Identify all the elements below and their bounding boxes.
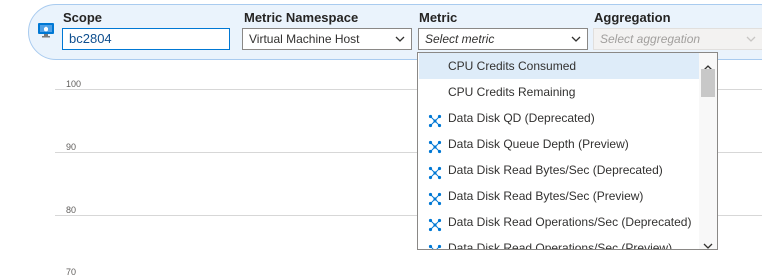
preview-metric-icon <box>428 241 442 249</box>
metric-placeholder: Select metric <box>425 32 495 46</box>
chevron-down-icon <box>571 35 581 43</box>
metric-option[interactable]: Data Disk Queue Depth (Preview) <box>419 131 699 157</box>
metric-option[interactable]: CPU Credits Remaining <box>419 79 699 105</box>
dropdown-scrollbar[interactable] <box>699 53 717 249</box>
metric-dropdown-list: CPU Credits Consumed CPU Credits Remaini… <box>417 52 718 250</box>
metric-option[interactable]: Data Disk QD (Deprecated) <box>419 105 699 131</box>
deprecated-metric-icon <box>428 163 442 180</box>
metric-option[interactable]: Data Disk Read Bytes/Sec (Deprecated) <box>419 157 699 183</box>
metric-option[interactable]: Data Disk Read Operations/Sec (Deprecate… <box>419 209 699 235</box>
aggregation-placeholder: Select aggregation <box>600 32 701 46</box>
metric-select[interactable]: Select metric <box>418 28 588 50</box>
deprecated-metric-icon <box>428 215 442 232</box>
preview-metric-icon <box>428 189 442 206</box>
chevron-down-icon <box>746 35 756 43</box>
metric-option-label: Data Disk Read Bytes/Sec (Deprecated) <box>448 163 663 177</box>
deprecated-metric-icon <box>428 111 442 128</box>
metric-option-label: Data Disk QD (Deprecated) <box>448 111 595 125</box>
scope-label: Scope <box>63 10 103 25</box>
metric-option-label: CPU Credits Consumed <box>448 59 577 73</box>
aggregation-label: Aggregation <box>594 10 671 25</box>
metric-option[interactable]: CPU Credits Consumed <box>419 53 699 79</box>
scroll-up-icon[interactable] <box>703 58 713 71</box>
virtual-machine-icon <box>37 21 55 39</box>
metric-option-label: Data Disk Read Bytes/Sec (Preview) <box>448 189 644 203</box>
metric-option[interactable]: Data Disk Read Bytes/Sec (Preview) <box>419 183 699 209</box>
chevron-down-icon <box>395 35 405 43</box>
namespace-value: Virtual Machine Host <box>249 32 360 46</box>
metric-option[interactable]: Data Disk Read Operations/Sec (Preview) <box>419 235 699 250</box>
y-tick-label: 80 <box>66 205 77 215</box>
metric-option-label: Data Disk Read Operations/Sec (Deprecate… <box>448 215 692 229</box>
scroll-down-icon[interactable] <box>703 237 713 249</box>
scrollbar-thumb[interactable] <box>701 69 715 97</box>
aggregation-select[interactable]: Select aggregation <box>593 28 762 50</box>
scope-value: bc2804 <box>69 31 112 46</box>
preview-metric-icon <box>428 137 442 154</box>
y-tick-label: 90 <box>66 142 77 152</box>
metric-label: Metric <box>419 10 458 25</box>
y-tick-label: 100 <box>66 79 82 89</box>
metric-option-label: Data Disk Queue Depth (Preview) <box>448 137 629 151</box>
metric-option-label: CPU Credits Remaining <box>448 85 576 99</box>
scope-input[interactable]: bc2804 <box>62 28 230 50</box>
y-tick-label: 70 <box>66 267 77 276</box>
metric-option-label: Data Disk Read Operations/Sec (Preview) <box>448 241 673 250</box>
namespace-label: Metric Namespace <box>244 10 359 25</box>
namespace-select[interactable]: Virtual Machine Host <box>242 28 412 50</box>
